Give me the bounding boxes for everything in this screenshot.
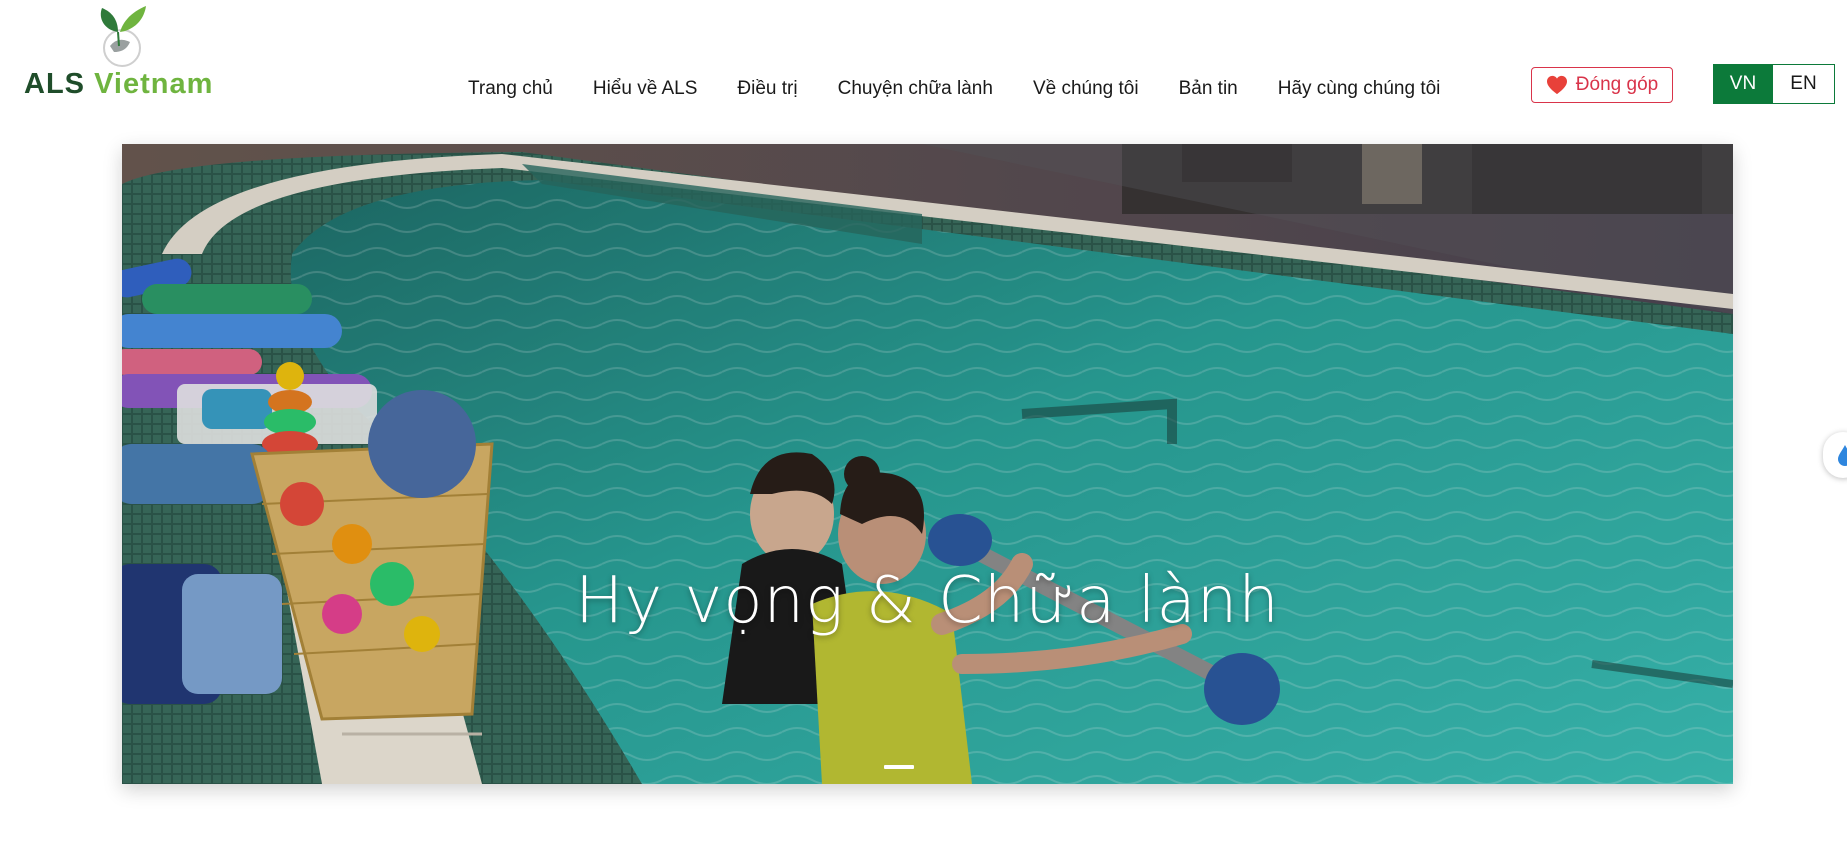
logo-text-country: Vietnam — [94, 68, 214, 100]
water-drop-icon — [1838, 445, 1847, 466]
hero-image — [122, 144, 1733, 784]
site-header: ALS Vietnam Trang chủ Hiểu về ALS Điều t… — [0, 0, 1847, 140]
lang-vn-button[interactable]: VN — [1713, 64, 1773, 104]
nav-item-about-als[interactable]: Hiểu về ALS — [573, 78, 718, 100]
slider-indicator-active[interactable] — [884, 765, 914, 769]
language-switcher: VN EN — [1713, 64, 1835, 104]
logo-text-als: ALS — [24, 68, 85, 100]
nav-item-about-us[interactable]: Về chúng tôi — [1013, 78, 1159, 100]
main-nav: Trang chủ Hiểu về ALS Điều trị Chuyện ch… — [448, 78, 1460, 100]
floating-chat-widget[interactable] — [1823, 432, 1847, 478]
donate-button[interactable]: Đóng góp — [1531, 67, 1673, 103]
nav-item-news[interactable]: Bản tin — [1159, 78, 1258, 100]
nav-item-healing-stories[interactable]: Chuyện chữa lành — [818, 78, 1013, 100]
hero-title: Hy vọng & Chữa lành — [575, 564, 1280, 638]
donate-label: Đóng góp — [1575, 74, 1659, 95]
nav-item-treatment[interactable]: Điều trị — [717, 78, 817, 100]
hero-slider: Hy vọng & Chữa lành — [122, 144, 1733, 784]
logo-wordmark: ALS Vietnam — [24, 68, 213, 101]
lang-en-button[interactable]: EN — [1773, 64, 1835, 104]
nav-item-home[interactable]: Trang chủ — [448, 78, 573, 100]
site-logo[interactable]: ALS Vietnam — [24, 2, 212, 102]
nav-item-join-us[interactable]: Hãy cùng chúng tôi — [1258, 78, 1461, 100]
leaf-globe-icon — [100, 6, 146, 67]
heart-icon — [1546, 75, 1567, 95]
